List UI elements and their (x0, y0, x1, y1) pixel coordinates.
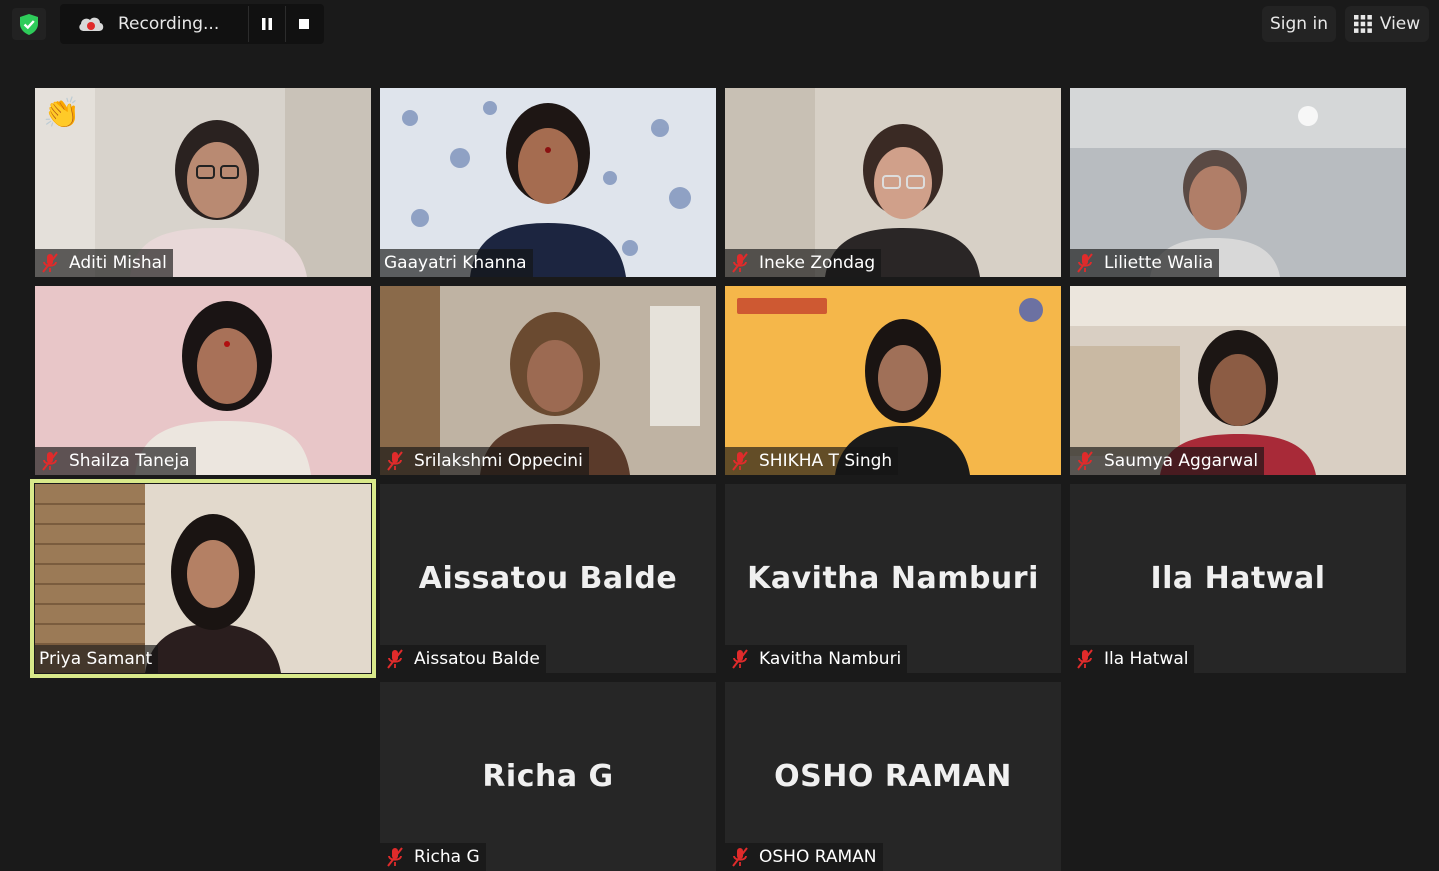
participant-tile[interactable]: Kavitha Namburi Kavitha Namburi (725, 484, 1061, 673)
mic-muted-icon (387, 451, 403, 471)
participant-name: Saumya Aggarwal (1104, 451, 1259, 471)
participant-nameplate: SHIKHA T Singh (725, 447, 899, 475)
view-label: View (1379, 14, 1421, 34)
recording-indicator: Recording... (60, 4, 324, 44)
pause-recording-button[interactable] (248, 6, 285, 42)
participant-tile[interactable]: Gaayatri Khanna (380, 88, 716, 277)
participant-tile[interactable]: Srilakshmi Oppecini (380, 286, 716, 475)
stop-recording-button[interactable] (285, 6, 322, 42)
participant-tile[interactable]: Ineke Zondag (725, 88, 1061, 277)
participant-nameplate: Priya Samant (35, 645, 159, 673)
participant-nameplate: Shailza Taneja (35, 447, 196, 475)
mic-muted-icon (1077, 253, 1093, 273)
shield-check-icon[interactable] (12, 8, 46, 40)
participant-tile[interactable]: Aissatou Balde Aissatou Balde (380, 484, 716, 673)
participant-nameplate: Aissatou Balde (380, 645, 546, 673)
mic-muted-icon (42, 253, 58, 273)
participant-tile[interactable]: Ila Hatwal Ila Hatwal (1070, 484, 1406, 673)
mic-muted-icon (1077, 451, 1093, 471)
participant-nameplate: Richa G (380, 843, 486, 871)
participant-name: Aditi Mishal (69, 253, 167, 273)
participant-name: Richa G (414, 847, 480, 867)
participant-nameplate: Ineke Zondag (725, 249, 882, 277)
participant-name: Gaayatri Khanna (384, 253, 527, 273)
mic-muted-icon (387, 649, 403, 669)
participant-tile[interactable]: Richa G Richa G (380, 682, 716, 871)
participant-name: Srilakshmi Oppecini (414, 451, 583, 471)
participant-name: Kavitha Namburi (759, 649, 902, 669)
participant-name: Shailza Taneja (69, 451, 190, 471)
cloud-record-icon (79, 17, 104, 31)
participant-tile[interactable]: SHIKHA T Singh (725, 286, 1061, 475)
participant-nameplate: Gaayatri Khanna (380, 249, 533, 277)
participant-name: Liliette Walia (1104, 253, 1214, 273)
meeting-top-bar: Recording... Sign in View (0, 0, 1439, 50)
recording-label: Recording... (118, 14, 220, 34)
participant-tile[interactable]: Liliette Walia (1070, 88, 1406, 277)
sign-in-button[interactable]: Sign in (1262, 6, 1336, 42)
participant-name: Priya Samant (39, 649, 153, 669)
participant-nameplate: Srilakshmi Oppecini (380, 447, 589, 475)
mic-muted-icon (732, 451, 748, 471)
participant-tile[interactable]: Shailza Taneja (35, 286, 371, 475)
participant-name: OSHO RAMAN (759, 847, 877, 867)
view-button[interactable]: View (1345, 6, 1429, 42)
mic-muted-icon (1077, 649, 1093, 669)
participant-nameplate: Kavitha Namburi (725, 645, 908, 673)
mic-muted-icon (732, 253, 748, 273)
sign-in-label: Sign in (1270, 14, 1328, 34)
participant-nameplate: Saumya Aggarwal (1070, 447, 1265, 475)
participant-name: Aissatou Balde (414, 649, 540, 669)
grid-icon (1353, 15, 1372, 33)
mic-muted-icon (732, 649, 748, 669)
participant-tile[interactable]: Saumya Aggarwal (1070, 286, 1406, 475)
participant-nameplate: Aditi Mishal (35, 249, 173, 277)
participant-nameplate: Ila Hatwal (1070, 645, 1195, 673)
stop-icon (299, 19, 309, 29)
participant-tile[interactable]: OSHO RAMAN OSHO RAMAN (725, 682, 1061, 871)
participant-name: Ila Hatwal (1104, 649, 1189, 669)
participant-nameplate: OSHO RAMAN (725, 843, 883, 871)
clap-reaction-icon: 👏 (43, 96, 81, 131)
mic-muted-icon (732, 847, 748, 867)
mic-muted-icon (42, 451, 58, 471)
pause-icon (262, 18, 272, 30)
mic-muted-icon (387, 847, 403, 867)
participant-tile-active-speaker[interactable]: Priya Samant (30, 479, 376, 678)
participant-name: SHIKHA T Singh (759, 451, 893, 471)
participant-tile[interactable]: 👏 Aditi Mishal (35, 88, 371, 277)
participant-name: Ineke Zondag (759, 253, 876, 273)
participant-nameplate: Liliette Walia (1070, 249, 1220, 277)
